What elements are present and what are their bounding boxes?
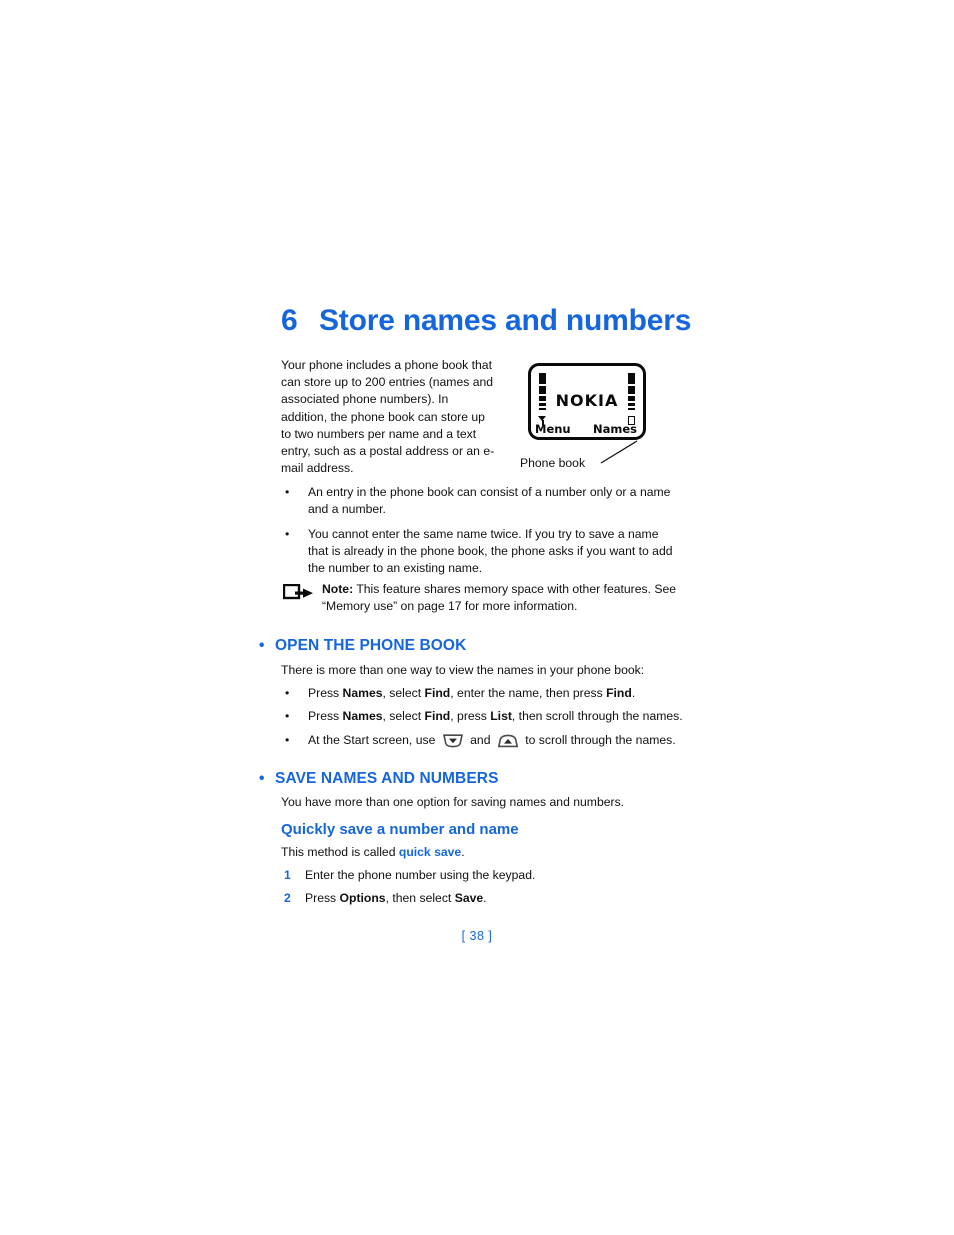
emphasis-text: Options bbox=[339, 891, 386, 906]
body-text: Press bbox=[308, 709, 343, 724]
body-text: At the Start screen, use bbox=[308, 732, 439, 747]
bullet-icon: • bbox=[285, 732, 290, 747]
figure-caption: Phone book bbox=[520, 456, 586, 470]
page-title: 6 Store names and numbers bbox=[281, 304, 701, 338]
body-text: Press bbox=[308, 686, 343, 700]
note-label: Note: bbox=[322, 582, 354, 596]
body-text: , select bbox=[382, 686, 425, 700]
list-item: • Press Names, select Find, enter the nam… bbox=[281, 685, 691, 702]
bullet-icon: • bbox=[285, 709, 290, 724]
step-number: 1 bbox=[284, 868, 291, 882]
body-text: to scroll through the names. bbox=[521, 732, 676, 747]
list-item-text: You cannot enter the same name twice. If… bbox=[308, 526, 673, 576]
bullet-icon: • bbox=[285, 526, 290, 541]
section-heading-open-the-phone-book: • OPEN THE PHONE BOOK bbox=[259, 637, 466, 655]
list-item: • You cannot enter the same name twice. I… bbox=[281, 526, 681, 578]
note-text: This feature shares memory space with ot… bbox=[322, 582, 677, 614]
section-heading-text: SAVE NAMES AND NUMBERS bbox=[275, 770, 499, 787]
section-heading-save-names-and-numbers: • SAVE NAMES AND NUMBERS bbox=[259, 770, 499, 788]
emphasis-text: Names bbox=[342, 686, 383, 700]
list-item: • Press Names, select Find, press List, t… bbox=[281, 708, 691, 725]
section-lead-open: There is more than one way to view the n… bbox=[281, 663, 645, 677]
note-arrow-icon bbox=[283, 584, 313, 600]
emphasis-text: Find bbox=[424, 686, 451, 700]
list-item: • An entry in the phone book can consist … bbox=[281, 484, 681, 519]
section-bullet-icon: • bbox=[259, 637, 265, 654]
quick-save-term: quick save bbox=[398, 845, 462, 859]
chapter-number: 6 bbox=[281, 304, 298, 337]
body-text: , then scroll through the names. bbox=[511, 709, 683, 724]
manual-page: 6 Store names and numbers Your phone incl… bbox=[0, 0, 954, 1235]
subsection-lead: This method is called quick save. bbox=[281, 844, 465, 861]
softkey-menu-label: Menu bbox=[535, 422, 571, 436]
quick-save-numbered-steps: 1 Enter the phone number using the keypad… bbox=[281, 867, 681, 914]
scroll-up-key-icon bbox=[497, 734, 519, 753]
emphasis-text: Find bbox=[424, 709, 451, 724]
bullet-icon: • bbox=[285, 485, 290, 499]
emphasis-text: List bbox=[490, 709, 512, 724]
section-lead-save: You have more than one option for saving… bbox=[281, 795, 625, 809]
body-text: , press bbox=[450, 709, 491, 724]
section-heading-text: OPEN THE PHONE BOOK bbox=[275, 637, 467, 654]
caption-leader-line bbox=[600, 440, 638, 464]
emphasis-text: Names bbox=[342, 709, 383, 724]
subsection-lead-suffix: . bbox=[461, 845, 465, 859]
phone-illustration: NOKIA Menu Names Phone book bbox=[520, 360, 670, 480]
intro-bullet-list: • An entry in the phone book can consist … bbox=[281, 484, 681, 584]
body-text: . bbox=[483, 891, 487, 906]
phone-screen-frame: NOKIA Menu Names bbox=[528, 363, 646, 440]
softkey-names-label: Names bbox=[592, 422, 637, 436]
page-number: [ 38 ] bbox=[461, 929, 493, 943]
emphasis-text: Find bbox=[606, 686, 632, 700]
subsection-heading: Quickly save a number and name bbox=[281, 821, 519, 838]
body-text: . bbox=[631, 686, 636, 700]
numbered-list-item: 2 Press Options, then select Save. bbox=[281, 890, 681, 907]
list-item-text: An entry in the phone book can consist o… bbox=[308, 485, 671, 517]
intro-paragraph: Your phone includes a phone book that ca… bbox=[281, 358, 495, 476]
section-bullet-icon: • bbox=[259, 770, 265, 787]
open-phone-book-steps: • Press Names, select Find, enter the nam… bbox=[281, 685, 691, 759]
subsection-lead-prefix: This method is called bbox=[281, 845, 399, 859]
emphasis-text: Save bbox=[454, 891, 484, 906]
body-text: Enter the phone number using the keypad. bbox=[305, 868, 536, 882]
body-text: , enter the name, then press bbox=[450, 686, 607, 700]
screen-brand-text: NOKIA bbox=[555, 391, 619, 410]
numbered-list-item: 1 Enter the phone number using the keypad… bbox=[281, 867, 681, 884]
list-item: • At the Start screen, use and to scroll … bbox=[281, 732, 691, 753]
note-callout: Note: This feature shares memory space w… bbox=[281, 581, 681, 616]
body-text: , select bbox=[382, 709, 425, 724]
body-text: Press bbox=[305, 891, 340, 906]
chapter-title-text: Store names and numbers bbox=[319, 304, 692, 337]
bullet-icon: • bbox=[285, 686, 290, 700]
body-text: and bbox=[466, 732, 494, 747]
scroll-down-key-icon bbox=[442, 733, 464, 753]
step-number: 2 bbox=[284, 891, 291, 906]
body-text: , then select bbox=[385, 891, 455, 906]
